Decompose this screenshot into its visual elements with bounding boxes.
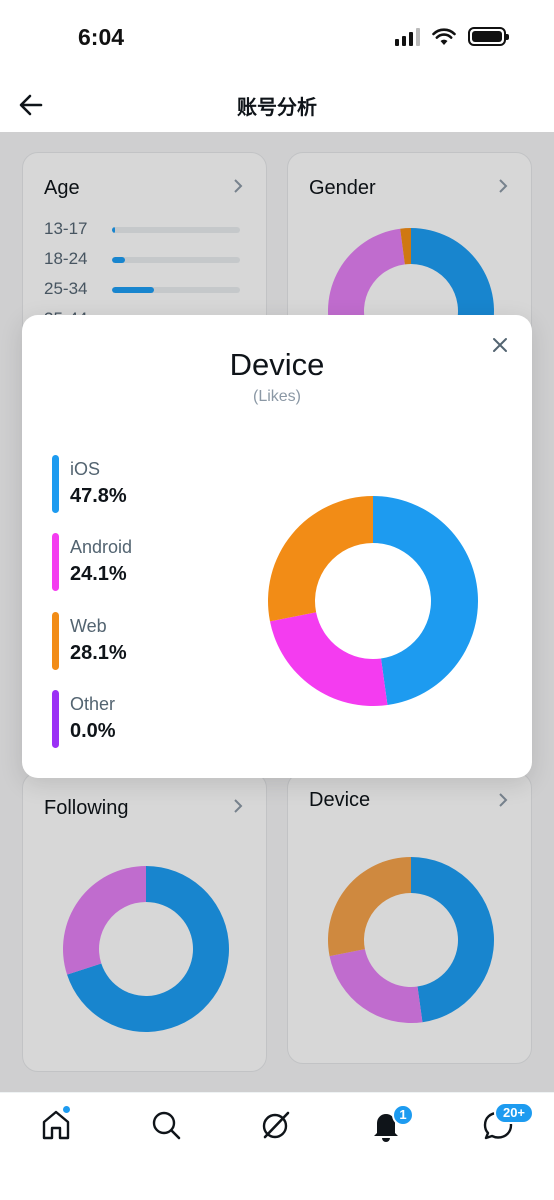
- legend-color-bar: [52, 455, 59, 513]
- modal-subtitle: (Likes): [252, 388, 301, 405]
- legend-name: Other: [70, 694, 116, 714]
- legend-name: Web: [70, 616, 107, 636]
- legend-name: Android: [70, 537, 133, 557]
- close-icon[interactable]: [490, 335, 510, 355]
- legend-percent: 47.8%: [70, 485, 127, 507]
- status-bar: 6:04: [0, 0, 554, 76]
- tab-search[interactable]: [148, 1107, 184, 1143]
- nav-bar: 账号分析: [0, 76, 554, 132]
- battery-icon: [468, 27, 509, 46]
- cellular-signal-icon: [395, 27, 420, 46]
- legend-item-android: Android 24.1%: [52, 533, 252, 591]
- legend-color-bar: [52, 533, 59, 591]
- notifications-badge: 1: [392, 1104, 414, 1126]
- legend-name: iOS: [70, 459, 101, 479]
- legend-percent: 28.1%: [70, 642, 127, 664]
- legend-percent: 0.0%: [70, 720, 116, 742]
- home-unread-dot: [62, 1105, 71, 1114]
- tab-home[interactable]: [38, 1105, 74, 1143]
- tab-grok[interactable]: [258, 1107, 294, 1143]
- grok-icon: [262, 1111, 290, 1139]
- device-modal: Device (Likes) iOS 47.8% Android 24.1% W…: [22, 315, 532, 778]
- modal-title: Device: [229, 347, 325, 382]
- tab-messages[interactable]: 20+: [480, 1102, 534, 1143]
- device-main-donut-chart: [268, 496, 478, 706]
- legend-item-web: Web 28.1%: [52, 612, 252, 670]
- wifi-icon: [432, 27, 456, 45]
- legend-percent: 24.1%: [70, 563, 127, 585]
- donut-slice-ios: [373, 496, 478, 705]
- donut-slice-web: [268, 496, 373, 622]
- tab-notifications[interactable]: 1: [368, 1104, 414, 1143]
- tab-bar: 1 20+: [0, 1092, 554, 1200]
- legend-color-bar: [52, 612, 59, 670]
- donut-slice-android: [269, 612, 388, 706]
- legend-color-bar: [52, 690, 59, 748]
- status-time: 6:04: [78, 24, 125, 50]
- messages-badge: 20+: [494, 1102, 534, 1124]
- legend-item-other: Other 0.0%: [52, 690, 252, 748]
- status-icons: [395, 27, 509, 46]
- legend-item-ios: iOS 47.8%: [52, 455, 252, 513]
- page-title: 账号分析: [237, 97, 317, 119]
- search-icon: [152, 1111, 181, 1140]
